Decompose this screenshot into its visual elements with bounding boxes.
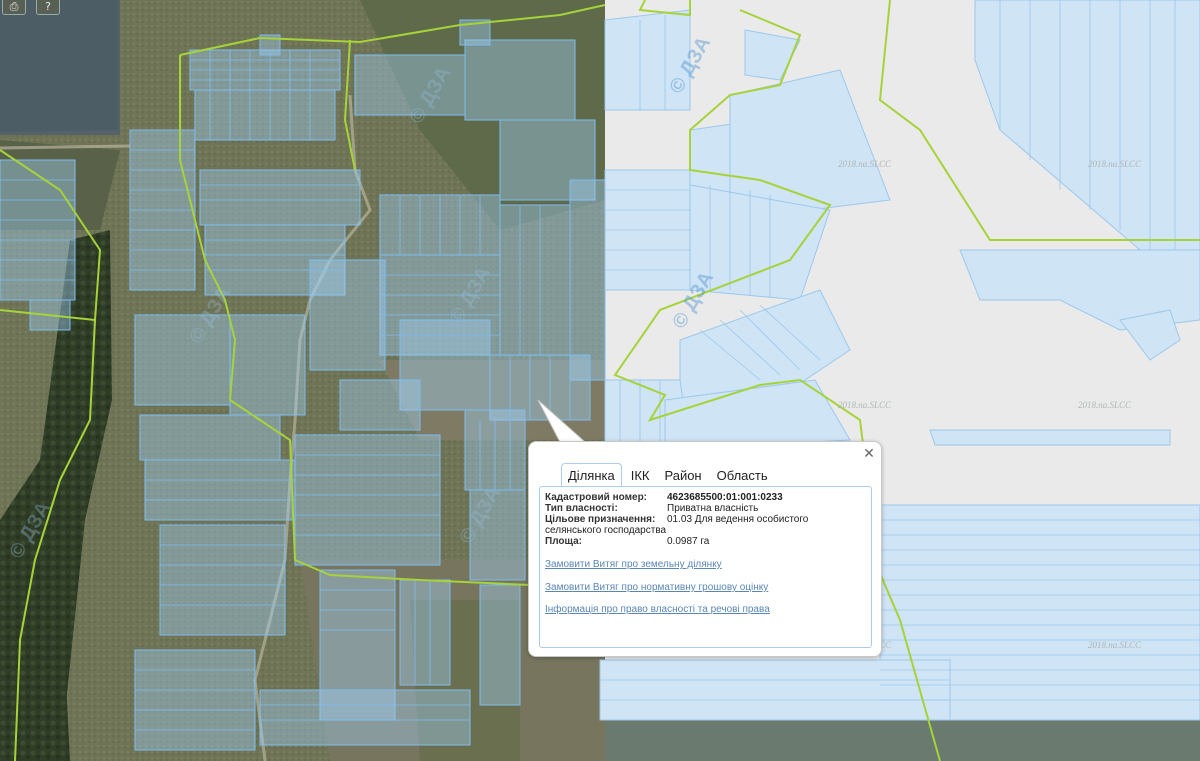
parcel-block	[229, 314, 306, 416]
parcel-info-popup: ✕ Ділянка ІКК Район Область Кадастровий …	[528, 441, 882, 657]
parcel-block	[399, 579, 451, 686]
parcel-block	[134, 649, 256, 751]
unloaded-area	[600, 720, 1200, 761]
parcel-block	[0, 159, 76, 301]
parcel-block	[134, 314, 231, 406]
tab-parcel[interactable]: Ділянка	[561, 463, 622, 487]
parcel-block	[464, 39, 576, 121]
attribution-text: 2018.na.SLCC	[1088, 640, 1142, 650]
tab-region[interactable]: Область	[711, 465, 774, 486]
parcel-block	[159, 524, 286, 636]
ownership-value: Приватна власність	[667, 503, 759, 514]
print-icon[interactable]: ⎙	[2, 0, 26, 15]
parcel-block	[339, 379, 421, 431]
attribution-text: 2018.na.SLCC	[1088, 159, 1142, 169]
ownership-label: Тип власності:	[545, 503, 618, 514]
area-value: 0.0987 га	[667, 536, 710, 547]
help-icon[interactable]: ?	[36, 0, 60, 15]
parcel-block	[599, 659, 951, 721]
order-valuation-extract-link[interactable]: Замовити Витяг про нормативну грошову оц…	[545, 582, 768, 593]
parcel-block	[144, 459, 296, 521]
purpose-value: 01.03 Для ведення особистого	[667, 514, 809, 525]
close-icon[interactable]: ✕	[862, 447, 876, 461]
ownership-row: Тип власності: Приватна власність	[545, 503, 758, 514]
parcel-block	[929, 429, 1171, 446]
tab-district[interactable]: Район	[658, 465, 707, 486]
cadastral-row: Кадастровий номер: 4623685500:01:001:023…	[545, 492, 783, 503]
parcel-block	[139, 414, 281, 461]
purpose-value-continued: селянського господарства	[545, 525, 667, 536]
parcel-block	[569, 179, 606, 381]
area-label: Площа:	[545, 536, 582, 547]
parcel-block	[294, 434, 441, 566]
tab-ikk[interactable]: ІКК	[625, 465, 656, 486]
purpose-row: Цільове призначення: 01.03 Для ведення о…	[545, 514, 808, 525]
parcel-block	[309, 259, 386, 371]
parcel-block	[479, 584, 521, 706]
parcel-block	[259, 689, 471, 746]
attribution-text: 2018.na.SLCC	[838, 400, 892, 410]
attribution-text: 2018.na.SLCC	[1078, 400, 1132, 410]
purpose-label: Цільове призначення:	[545, 514, 656, 525]
area-row: Площа: 0.0987 га	[545, 536, 709, 547]
parcel-block	[194, 89, 336, 141]
parcel-block	[499, 204, 571, 356]
purpose-row-continued: селянського господарства	[545, 525, 666, 536]
cadastral-value: 4623685500:01:001:0233	[667, 492, 783, 503]
parcel-block	[199, 169, 361, 226]
parcel-info-panel: Кадастровий номер: 4623685500:01:001:023…	[539, 486, 872, 648]
ownership-rights-link[interactable]: Інформація про право власності та речові…	[545, 604, 770, 615]
attribution-text: 2018.na.SLCC	[838, 159, 892, 169]
parcel-block	[604, 9, 691, 111]
order-parcel-extract-link[interactable]: Замовити Витяг про земельну ділянку	[545, 559, 722, 570]
popup-tabs: Ділянка ІКК Район Область	[561, 462, 777, 487]
cadastral-label: Кадастровий номер:	[545, 492, 648, 503]
